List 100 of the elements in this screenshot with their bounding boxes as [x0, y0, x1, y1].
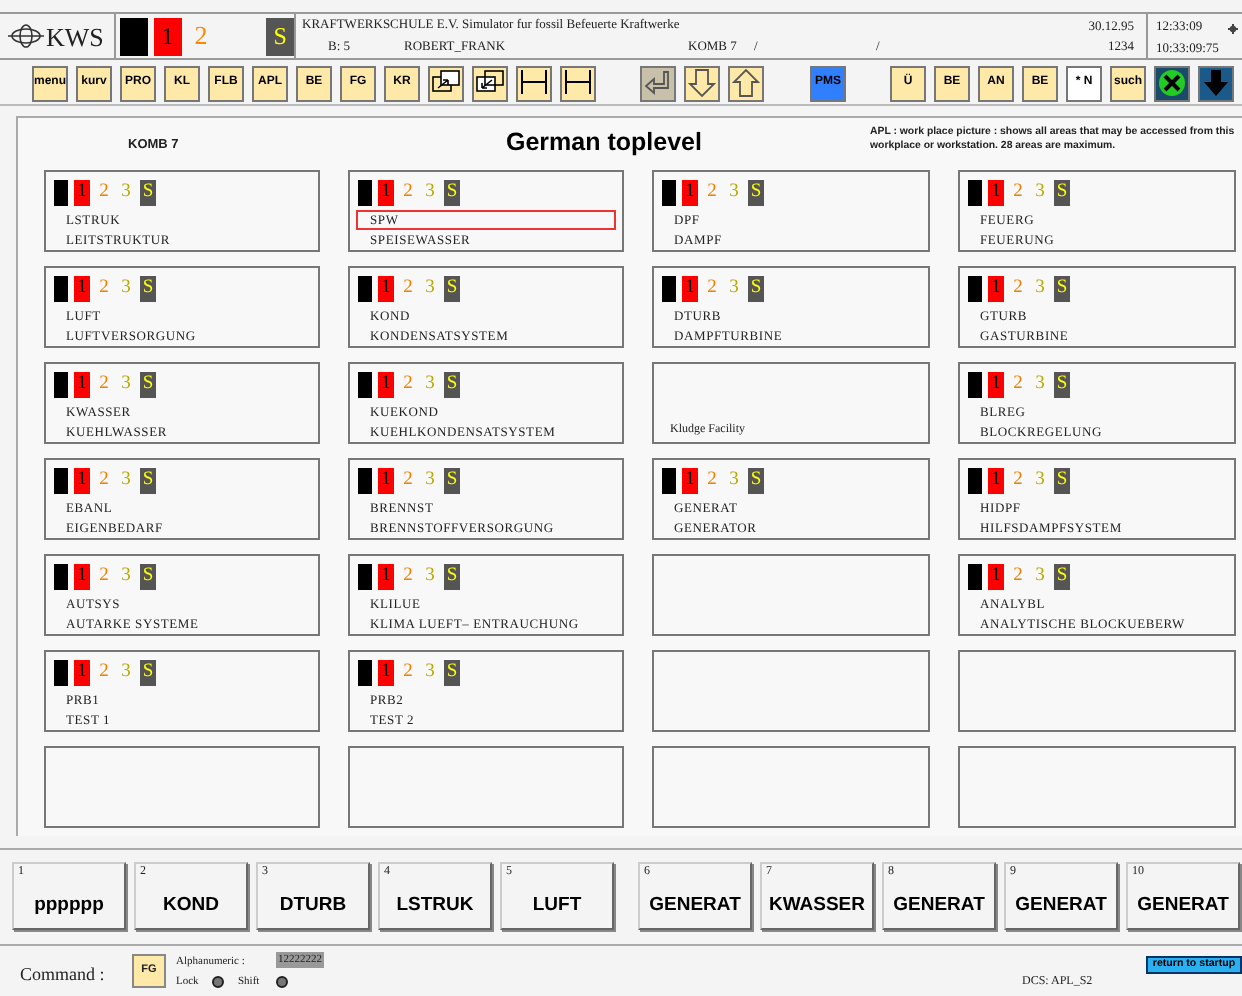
- toolbar-button[interactable]: [516, 65, 552, 101]
- alarm-indicator: 2: [1011, 372, 1025, 398]
- alarm-indicator: 2: [97, 276, 111, 302]
- alarm-indicator: 1: [682, 276, 698, 302]
- alarm-indicator: 1: [74, 660, 90, 686]
- up-arrow-icon: [730, 68, 762, 98]
- alarm-indicator: 3: [423, 468, 437, 494]
- alarm-indicator: 1: [378, 564, 394, 590]
- alarm-indicator: 3: [1033, 468, 1047, 494]
- alarm-indicator: 1: [74, 372, 90, 398]
- key-label: KWASSER: [766, 892, 868, 920]
- alarm-indicator: 1: [988, 372, 1004, 398]
- alarm-indicator: [358, 660, 372, 686]
- toolbar-button[interactable]: [472, 65, 508, 101]
- alarm-indicator: 1: [378, 372, 394, 398]
- alarm-indicator: S: [748, 276, 764, 302]
- key-label: GENERAT: [1135, 892, 1231, 920]
- toolbar-button[interactable]: [428, 65, 464, 101]
- alarm-indicator: 2: [97, 372, 111, 398]
- alarm-indicator: [662, 468, 676, 494]
- alarm-indicator: 1: [378, 276, 394, 302]
- alarm-indicator: 2: [401, 564, 415, 590]
- toolbar-button[interactable]: [684, 65, 720, 101]
- alarm-indicator: S: [1054, 468, 1070, 494]
- alarm-indicator: 2: [401, 276, 415, 302]
- alarm-indicator: 3: [1033, 564, 1047, 590]
- alarm-indicator: S: [1054, 180, 1070, 206]
- key-label: KOND: [161, 892, 221, 920]
- alarm-indicator: 1: [682, 468, 698, 494]
- alarm-indicator: [662, 276, 676, 302]
- alarm-indicator: 3: [727, 468, 741, 494]
- alarm-indicator: [358, 180, 372, 206]
- alarm-indicator: 2: [97, 468, 111, 494]
- alarm-indicator: 1: [74, 276, 90, 302]
- alarm-indicator: 3: [423, 564, 437, 590]
- logo-text: KWS: [46, 23, 104, 49]
- alarm-indicator: S: [266, 17, 294, 55]
- alarm-indicator: S: [140, 564, 156, 590]
- alarm-indicator: [54, 180, 68, 206]
- alarm-indicator: [54, 564, 68, 590]
- alarm-indicator: S: [140, 276, 156, 302]
- alarm-indicator: [968, 372, 982, 398]
- toolbar-button[interactable]: [728, 65, 764, 101]
- alarm-indicator: [54, 276, 68, 302]
- alarm-indicator: 2: [401, 660, 415, 686]
- alarm-indicator: 2: [97, 564, 111, 590]
- toolbar-button[interactable]: [560, 65, 596, 101]
- alarm-indicator: S: [444, 372, 460, 398]
- alarm-indicator: 1: [988, 180, 1004, 206]
- page-title: German toplevel: [506, 126, 702, 160]
- alarm-indicator: 2: [1011, 468, 1025, 494]
- alarm-indicator: 3: [423, 276, 437, 302]
- cancel-icon: [1156, 68, 1188, 98]
- window-icon: [474, 68, 506, 98]
- alarm-indicator: 3: [423, 180, 437, 206]
- toolbar-button[interactable]: [1154, 65, 1190, 101]
- alarm-indicator: S: [444, 180, 460, 206]
- alarm-indicator: 3: [423, 372, 437, 398]
- alarm-indicator: [358, 276, 372, 302]
- alarm-indicator: [662, 180, 676, 206]
- key-label: GENERAT: [1013, 892, 1109, 920]
- toolbar-button[interactable]: [640, 65, 676, 101]
- alarm-indicator: 1: [682, 180, 698, 206]
- window-icon: [430, 68, 462, 98]
- alarm-indicator: [968, 564, 982, 590]
- alarm-indicator: 3: [119, 468, 133, 494]
- alarm-indicator: S: [444, 468, 460, 494]
- alarm-indicator: [54, 372, 68, 398]
- key-label: pppppp: [32, 892, 106, 920]
- alarm-indicator: S: [140, 180, 156, 206]
- alarm-indicator: 3: [423, 660, 437, 686]
- alarm-indicator: 2: [401, 372, 415, 398]
- alarm-indicator: [54, 468, 68, 494]
- alarm-indicator: 2: [705, 276, 719, 302]
- alarm-indicator: 1: [988, 564, 1004, 590]
- return-arrow-icon: [642, 68, 674, 98]
- toolbar-button[interactable]: [1198, 65, 1234, 101]
- alarm-indicator: S: [140, 372, 156, 398]
- alarm-indicator: 2: [1011, 564, 1025, 590]
- alarm-indicator: S: [1054, 276, 1070, 302]
- alarm-indicator: S: [140, 468, 156, 494]
- alarm-indicator: 2: [401, 180, 415, 206]
- alarm-indicator: 3: [1033, 372, 1047, 398]
- alarm-indicator: [968, 180, 982, 206]
- alarm-indicator: S: [444, 660, 460, 686]
- alarm-indicator: 2: [705, 468, 719, 494]
- alarm-indicator: [358, 372, 372, 398]
- key-label: GENERAT: [647, 892, 743, 920]
- key-label: LUFT: [530, 892, 584, 920]
- alarm-indicator: 2: [705, 180, 719, 206]
- alarm-indicator: [968, 468, 982, 494]
- key-label: DTURB: [277, 892, 349, 920]
- alarm-indicator: 1: [74, 564, 90, 590]
- alarm-indicator: 3: [119, 564, 133, 590]
- alarm-indicator: [54, 660, 68, 686]
- alarm-indicator: [358, 468, 372, 494]
- down-arrow-icon: [686, 68, 718, 98]
- alarm-indicator: 2: [97, 660, 111, 686]
- alarm-indicator: 1: [74, 180, 90, 206]
- alarm-indicator: 3: [119, 372, 133, 398]
